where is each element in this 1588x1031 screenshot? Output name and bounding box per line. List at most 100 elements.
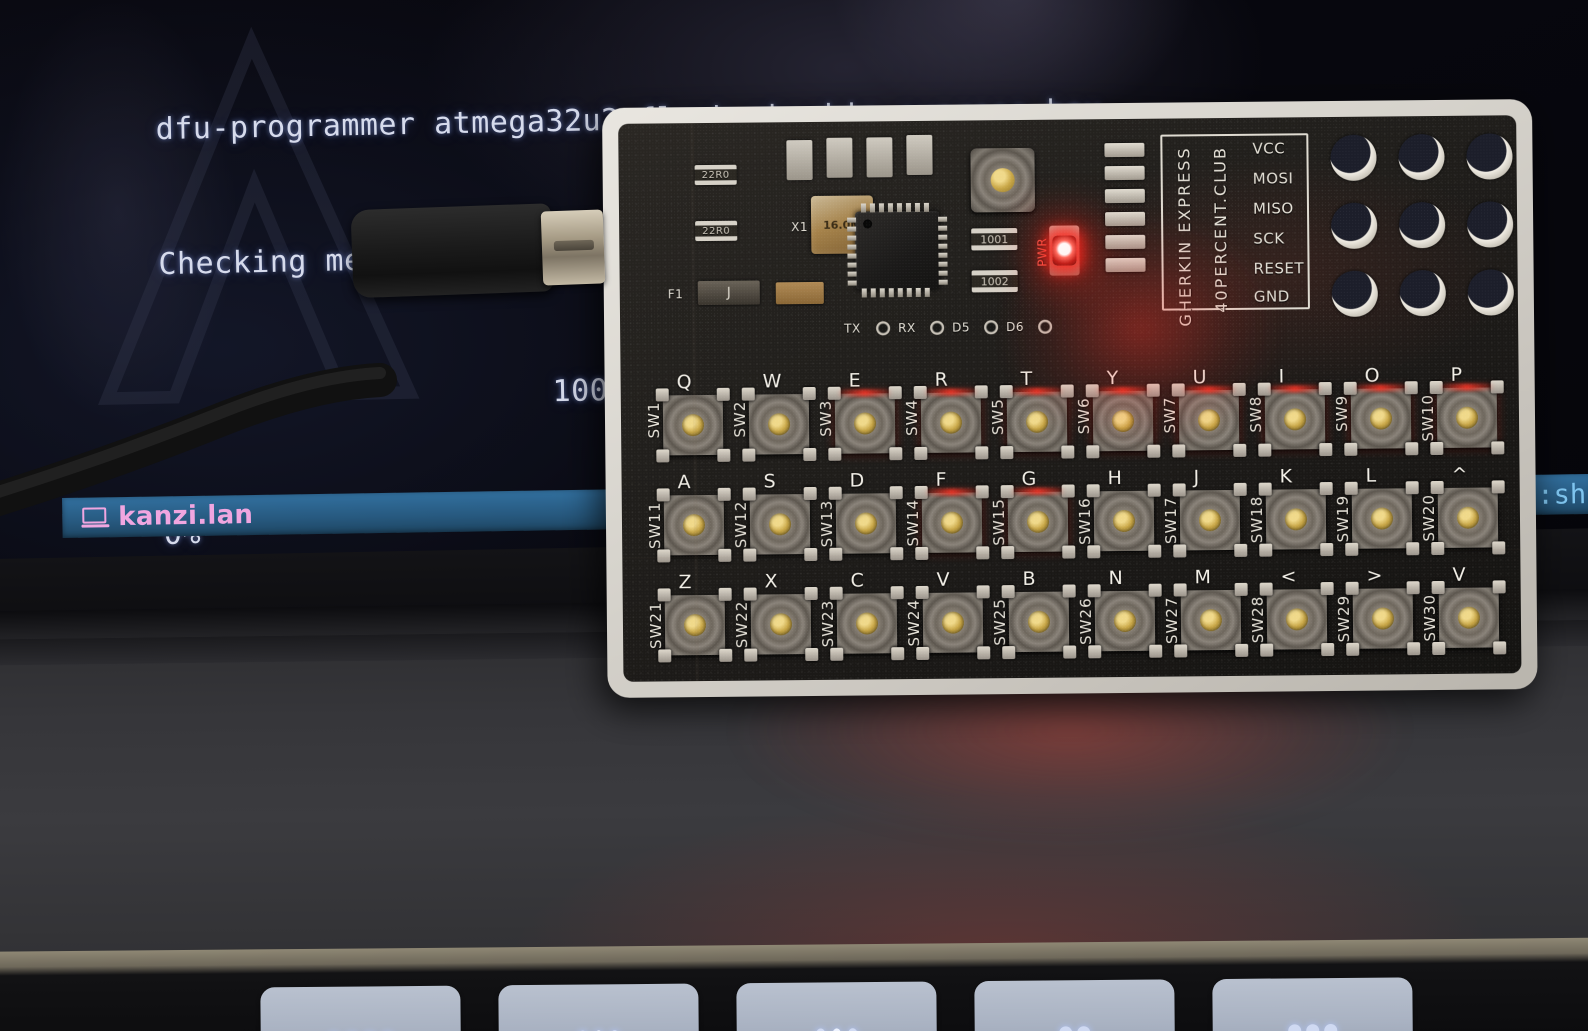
tactile-switch[interactable]	[1343, 381, 1419, 456]
reset-button[interactable]	[970, 147, 1036, 213]
tactile-switch[interactable]	[1430, 480, 1506, 556]
tactile-switch[interactable]	[1000, 484, 1076, 560]
key-switch-sw1[interactable]: Q SW1	[641, 371, 731, 472]
key-switch-sw26[interactable]: N SW26	[1072, 567, 1163, 668]
tactile-switch[interactable]	[743, 586, 819, 662]
key-legend: J	[1193, 466, 1200, 489]
key-switch-sw27[interactable]: M SW27	[1158, 566, 1249, 667]
key-reference-designator: SW30	[1420, 593, 1440, 642]
key-switch-sw3[interactable]: E SW3	[813, 369, 903, 470]
via-hole	[1399, 269, 1447, 317]
tactile-switch[interactable]	[1085, 383, 1161, 459]
tactile-switch[interactable]	[1431, 580, 1507, 656]
key-legend: B	[1022, 567, 1036, 590]
key-switch-sw28[interactable]: < SW28	[1244, 565, 1335, 666]
key-switch-sw18[interactable]: K SW18	[1243, 465, 1334, 566]
key-legend: <	[1280, 565, 1297, 588]
tactile-switch[interactable]	[1172, 482, 1248, 558]
tactile-switch[interactable]	[1257, 382, 1333, 457]
via-hole	[1398, 133, 1445, 181]
key-reference-designator: SW9	[1332, 394, 1352, 432]
key-switch-sw14[interactable]: F SW14	[899, 468, 990, 569]
silk-tx-label: TX	[844, 321, 861, 336]
capacitor-top-1	[786, 139, 813, 181]
key-legend: A	[677, 471, 691, 494]
key-switch-sw6[interactable]: Y SW6	[1071, 367, 1161, 468]
tactile-switch[interactable]	[915, 585, 991, 661]
key-switch-sw16[interactable]: H SW16	[1071, 467, 1162, 568]
tactile-switch[interactable]	[1258, 482, 1334, 557]
key-switch-sw29[interactable]: > SW29	[1330, 564, 1421, 665]
tactile-switch[interactable]	[1259, 581, 1335, 657]
brightness-low-icon[interactable]	[498, 983, 700, 1031]
pcb-component-area: 22R0 22R0 F1 J X1 16.0M 1001 1002 PWR TX…	[618, 115, 1518, 354]
fuse-f1: J	[697, 280, 760, 306]
tactile-switch[interactable]	[913, 385, 989, 461]
usb-c-plug-tip	[540, 209, 606, 286]
tactile-switch[interactable]	[914, 485, 990, 561]
key-switch-sw20[interactable]: ^ SW20	[1415, 463, 1506, 564]
via-hole	[1398, 201, 1446, 249]
key-switch-sw4[interactable]: R SW4	[899, 368, 989, 469]
capacitor-top-2	[826, 137, 853, 178]
brightness-high-icon[interactable]	[736, 981, 937, 1031]
key-switch-sw5[interactable]: T SW5	[985, 368, 1075, 469]
silk-board-name: GHERKIN EXPRESS	[1174, 146, 1196, 327]
tactile-switch[interactable]	[1344, 481, 1420, 556]
key-switch-sw19[interactable]: L SW19	[1329, 464, 1420, 565]
tactile-switch[interactable]	[1429, 380, 1505, 456]
tactile-switch[interactable]	[1001, 584, 1077, 660]
launchpad-icon[interactable]	[1212, 977, 1413, 1031]
key-switch-sw22[interactable]: X SW22	[728, 570, 819, 671]
capacitor-top-3	[866, 137, 893, 178]
key-switch-sw24[interactable]: V SW24	[900, 568, 991, 669]
tactile-switch[interactable]	[1087, 583, 1163, 659]
key-switch-sw12[interactable]: S SW12	[727, 470, 818, 571]
tactile-switch[interactable]	[742, 486, 818, 562]
tactile-switch[interactable]	[1171, 382, 1247, 458]
testpoint-d5	[984, 320, 999, 335]
key-legend: F	[935, 468, 947, 491]
key-switch-sw2[interactable]: W SW2	[727, 370, 817, 471]
tactile-switch[interactable]	[827, 386, 903, 461]
tactile-switch[interactable]	[828, 486, 904, 561]
key-reference-designator: SW17	[1161, 496, 1181, 545]
key-reference-designator: SW10	[1418, 393, 1438, 442]
key-switch-sw13[interactable]: D SW13	[813, 469, 904, 570]
tactile-switch[interactable]	[656, 487, 732, 563]
key-switch-sw30[interactable]: V SW30	[1416, 563, 1507, 664]
key-legend: N	[1108, 567, 1123, 590]
silk-miso-label: MISO	[1252, 199, 1294, 218]
key-legend: H	[1107, 467, 1122, 490]
key-switch-sw21[interactable]: Z SW21	[642, 571, 733, 672]
tactile-switch[interactable]	[1086, 483, 1162, 559]
key-reference-designator: SW12	[731, 500, 751, 549]
key-switch-sw7[interactable]: U SW7	[1157, 366, 1247, 467]
tactile-switch[interactable]	[1173, 582, 1249, 658]
key-legend: E	[848, 369, 861, 392]
key-switch-sw17[interactable]: J SW17	[1157, 466, 1248, 567]
tactile-switch[interactable]	[1345, 581, 1421, 656]
testpoint-tx	[876, 321, 891, 336]
key-switch-sw10[interactable]: P SW10	[1414, 363, 1505, 464]
key-switch-sw15[interactable]: G SW15	[985, 468, 1076, 569]
key-switch-sw25[interactable]: B SW25	[986, 567, 1077, 669]
mission-control-icon[interactable]	[974, 979, 1175, 1031]
tactile-switch[interactable]	[999, 384, 1075, 460]
tactile-switch[interactable]	[657, 587, 733, 663]
key-reference-designator: SW21	[646, 601, 666, 650]
key-switch-sw11[interactable]: A SW11	[641, 471, 732, 572]
key-legend: V	[1452, 563, 1466, 586]
tactile-switch[interactable]	[829, 586, 905, 661]
key-switch-sw9[interactable]: O SW9	[1329, 364, 1419, 465]
key-switch-sw8[interactable]: I SW8	[1243, 365, 1333, 466]
testpoint-d6	[1038, 319, 1053, 334]
key-switch-sw23[interactable]: C SW23	[814, 569, 905, 670]
silk-d6-label: D6	[1006, 319, 1025, 335]
laptop-touch-bar[interactable]	[0, 937, 1588, 1031]
keyboard-brightness-icon[interactable]	[260, 985, 462, 1031]
tactile-switch[interactable]	[741, 386, 817, 462]
tactile-switch[interactable]	[655, 387, 731, 463]
power-led	[1049, 225, 1080, 276]
key-reference-designator: SW22	[732, 600, 752, 649]
